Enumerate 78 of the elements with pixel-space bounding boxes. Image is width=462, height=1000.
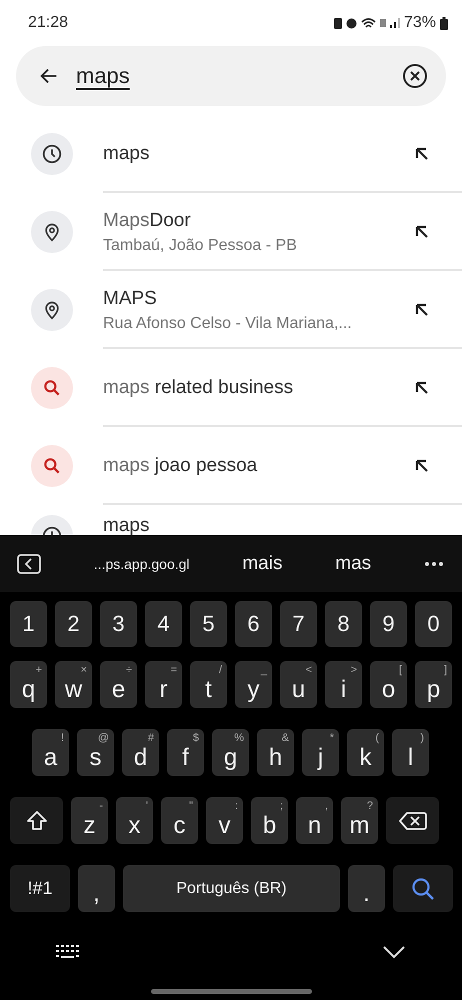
keyboard-key[interactable]: 5 [190, 601, 227, 647]
suggestion-title[interactable]: MapsDoor [103, 210, 191, 232]
search-icon [410, 876, 436, 902]
keyboard-key[interactable]: 4 [145, 601, 182, 647]
search-field[interactable]: maps [16, 46, 446, 106]
search-icon [31, 367, 73, 409]
keyboard-key[interactable]: $ f [167, 729, 204, 776]
keyboard-key[interactable]: ' x [116, 797, 153, 844]
suggestion-title[interactable]: maps joao pessoa [103, 455, 258, 477]
shift-key[interactable] [10, 797, 63, 844]
keyboard-icon[interactable] [56, 945, 80, 959]
more-options-icon[interactable] [424, 560, 444, 566]
keyboard-key[interactable]: 6 [235, 601, 272, 647]
keyboard-key[interactable]: 7 [280, 601, 317, 647]
keyboard-key[interactable]: × w [55, 661, 92, 708]
keyboard-key[interactable]: ÷ e [100, 661, 137, 708]
keyboard-key[interactable]: . [348, 865, 385, 912]
fill-query-arrow-icon[interactable] [414, 380, 430, 396]
keyboard-key[interactable]: [ o [370, 661, 407, 708]
keyboard-key[interactable]: , n [296, 797, 333, 844]
keyboard-key[interactable]: ] p [415, 661, 452, 708]
signal-icon [390, 18, 400, 28]
space-key[interactable]: Português (BR) [123, 865, 340, 912]
keyboard-key[interactable]: % g [212, 729, 249, 776]
keyboard-key[interactable]: = r [145, 661, 182, 708]
suggestion-title[interactable]: maps [103, 515, 150, 535]
clock-icon [31, 133, 73, 175]
backspace-key[interactable] [386, 797, 439, 844]
search-key[interactable] [393, 865, 453, 912]
keyboard-key[interactable]: @ s [77, 729, 114, 776]
suggestion-address: Rua Afonso Celso - Vila Mariana,... [103, 314, 352, 332]
hide-keyboard-icon[interactable] [382, 945, 406, 959]
keyboard-key[interactable]: ? m [341, 797, 378, 844]
status-time: 21:28 [28, 14, 68, 32]
collapse-toolbar-icon[interactable] [17, 554, 41, 574]
keyboard-key[interactable]: / t [190, 661, 227, 708]
keyboard-key[interactable]: 0 [415, 601, 452, 647]
keyboard-key[interactable]: * j [302, 729, 339, 776]
symbols-key[interactable]: !#1 [10, 865, 70, 912]
keyboard-key[interactable]: 9 [370, 601, 407, 647]
keyboard-key[interactable]: " c [161, 797, 198, 844]
clear-icon[interactable] [402, 63, 428, 89]
keyboard-key[interactable]: : v [206, 797, 243, 844]
suggestion-title[interactable]: maps [103, 143, 150, 165]
search-icon [31, 445, 73, 487]
keyboard-key[interactable]: 1 [10, 601, 47, 647]
word-suggestion[interactable]: mas [335, 552, 372, 574]
keyboard-key[interactable]: & h [257, 729, 294, 776]
keyboard-key[interactable]: # d [122, 729, 159, 776]
fill-query-arrow-icon[interactable] [414, 146, 430, 162]
suggestion-address: Tambaú, João Pessoa - PB [103, 236, 297, 254]
location-pin-icon [31, 289, 73, 331]
fill-query-arrow-icon[interactable] [414, 224, 430, 240]
keyboard-key[interactable]: 2 [55, 601, 92, 647]
keyboard-key[interactable]: ; b [251, 797, 288, 844]
suggestion-title[interactable]: MAPS [103, 288, 157, 310]
keyboard-key[interactable]: , [78, 865, 115, 912]
location-pin-icon [31, 211, 73, 253]
keyboard-key[interactable]: ) l [392, 729, 429, 776]
keyboard-key[interactable]: > i [325, 661, 362, 708]
word-suggestion[interactable]: mais [242, 552, 282, 574]
wifi-icon [360, 18, 376, 28]
word-suggestion[interactable]: ...ps.app.goo.gl [94, 556, 190, 572]
fill-query-arrow-icon[interactable] [414, 458, 430, 474]
keyboard-key[interactable]: _ y [235, 661, 272, 708]
keyboard-key[interactable]: + q [10, 661, 47, 708]
keyboard-key[interactable]: 3 [100, 601, 137, 647]
shift-icon [24, 808, 48, 832]
battery-level: 73% [404, 14, 436, 32]
fill-query-arrow-icon[interactable] [414, 302, 430, 318]
battery-icon [440, 16, 448, 30]
keyboard-key[interactable]: 8 [325, 601, 362, 647]
suggestion-title[interactable]: maps related business [103, 377, 294, 399]
keyboard-key[interactable]: ( k [347, 729, 384, 776]
keyboard-key[interactable]: - z [71, 797, 108, 844]
keyboard-key[interactable]: ! a [32, 729, 69, 776]
keyboard-key[interactable]: < u [280, 661, 317, 708]
backspace-icon [398, 810, 426, 830]
